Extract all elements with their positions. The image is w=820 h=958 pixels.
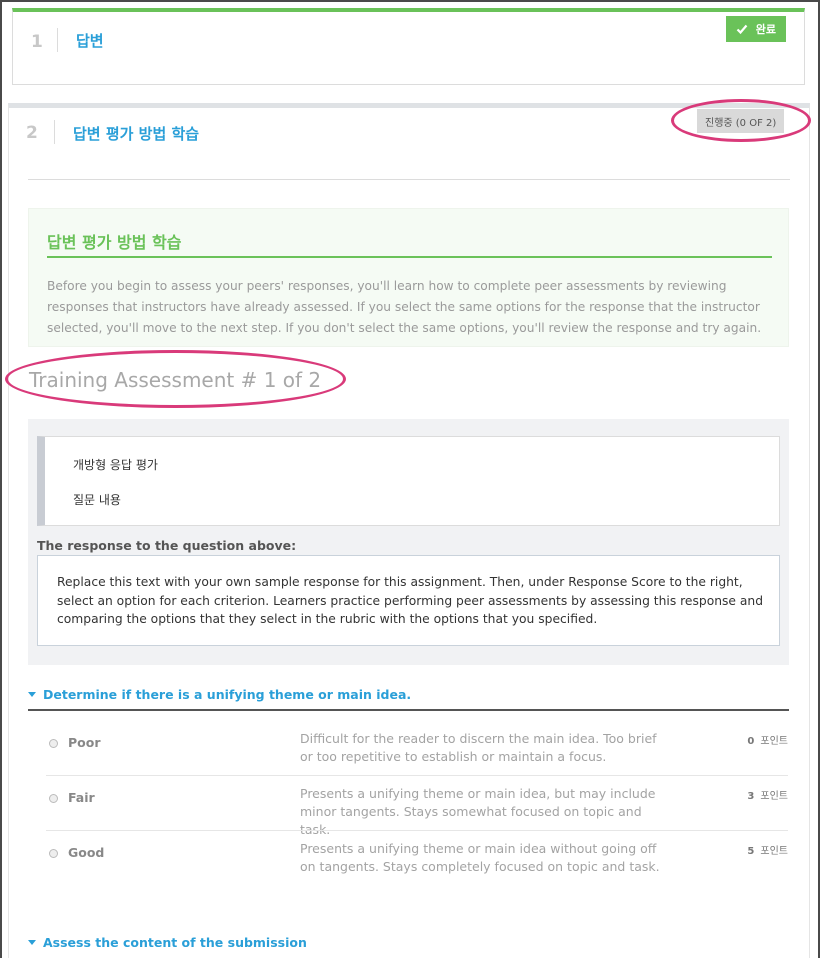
step-2-number: 2 bbox=[26, 123, 38, 143]
instructions-panel: 답변 평가 방법 학습 Before you begin to assess y… bbox=[28, 208, 789, 347]
criterion-toggle[interactable]: Assess the content of the submission bbox=[28, 935, 307, 950]
step-1-number: 1 bbox=[31, 32, 43, 52]
response-text: Replace this text with your own sample r… bbox=[57, 575, 764, 626]
instructions-text: Before you begin to assess your peers' r… bbox=[47, 279, 762, 335]
response-label: The response to the question above: bbox=[37, 538, 297, 553]
option-divider bbox=[46, 775, 788, 776]
rubric-option-fair[interactable]: Fair Presents a unifying theme or main i… bbox=[46, 782, 788, 837]
rubric-option-good[interactable]: Good Presents a unifying theme or main i… bbox=[46, 837, 788, 892]
response-panel: 개방형 응답 평가 질문 내용 The response to the ques… bbox=[28, 419, 789, 665]
question-body: 질문 내용 bbox=[73, 493, 121, 507]
option-points: 0 포인트 bbox=[747, 736, 788, 747]
option-points: 3 포인트 bbox=[747, 791, 788, 802]
option-points: 5 포인트 bbox=[747, 846, 788, 857]
criterion-toggle[interactable]: Determine if there is a unifying theme o… bbox=[28, 687, 411, 702]
step-1-card: 1 답변 완료 bbox=[12, 8, 805, 85]
caret-down-icon bbox=[28, 692, 36, 697]
option-divider bbox=[46, 830, 788, 831]
question-box: 개방형 응답 평가 질문 내용 bbox=[37, 436, 780, 526]
step-1-title[interactable]: 답변 bbox=[76, 30, 104, 51]
option-name: Fair bbox=[68, 790, 95, 805]
caret-down-icon bbox=[28, 940, 36, 945]
step-1-separator bbox=[57, 28, 58, 52]
option-description: Difficult for the reader to discern the … bbox=[300, 731, 657, 764]
radio-button[interactable] bbox=[49, 794, 58, 803]
checkmark-icon bbox=[736, 24, 748, 35]
question-title: 개방형 응답 평가 bbox=[73, 458, 158, 472]
response-box: Replace this text with your own sample r… bbox=[37, 555, 780, 646]
option-name: Poor bbox=[68, 735, 101, 750]
option-name: Good bbox=[68, 845, 105, 860]
step-2-separator bbox=[54, 120, 55, 144]
criterion-title: Assess the content of the submission bbox=[43, 935, 307, 950]
option-description: Presents a unifying theme or main idea w… bbox=[300, 841, 660, 874]
status-badge-complete: 완료 bbox=[725, 16, 786, 42]
radio-button[interactable] bbox=[49, 849, 58, 858]
highlight-ring-status bbox=[671, 99, 811, 142]
step-2-title[interactable]: 답변 평가 방법 학습 bbox=[73, 123, 199, 144]
instructions-title: 답변 평가 방법 학습 bbox=[47, 233, 182, 252]
radio-button[interactable] bbox=[49, 739, 58, 748]
highlight-ring-heading bbox=[5, 350, 346, 408]
instructions-underline bbox=[47, 256, 772, 258]
status-badge-label: 완료 bbox=[755, 23, 776, 36]
section-divider bbox=[28, 179, 790, 180]
rubric-option-poor[interactable]: Poor Difficult for the reader to discern… bbox=[46, 727, 788, 782]
criterion-title: Determine if there is a unifying theme o… bbox=[43, 687, 412, 702]
criterion-rule bbox=[28, 709, 789, 711]
